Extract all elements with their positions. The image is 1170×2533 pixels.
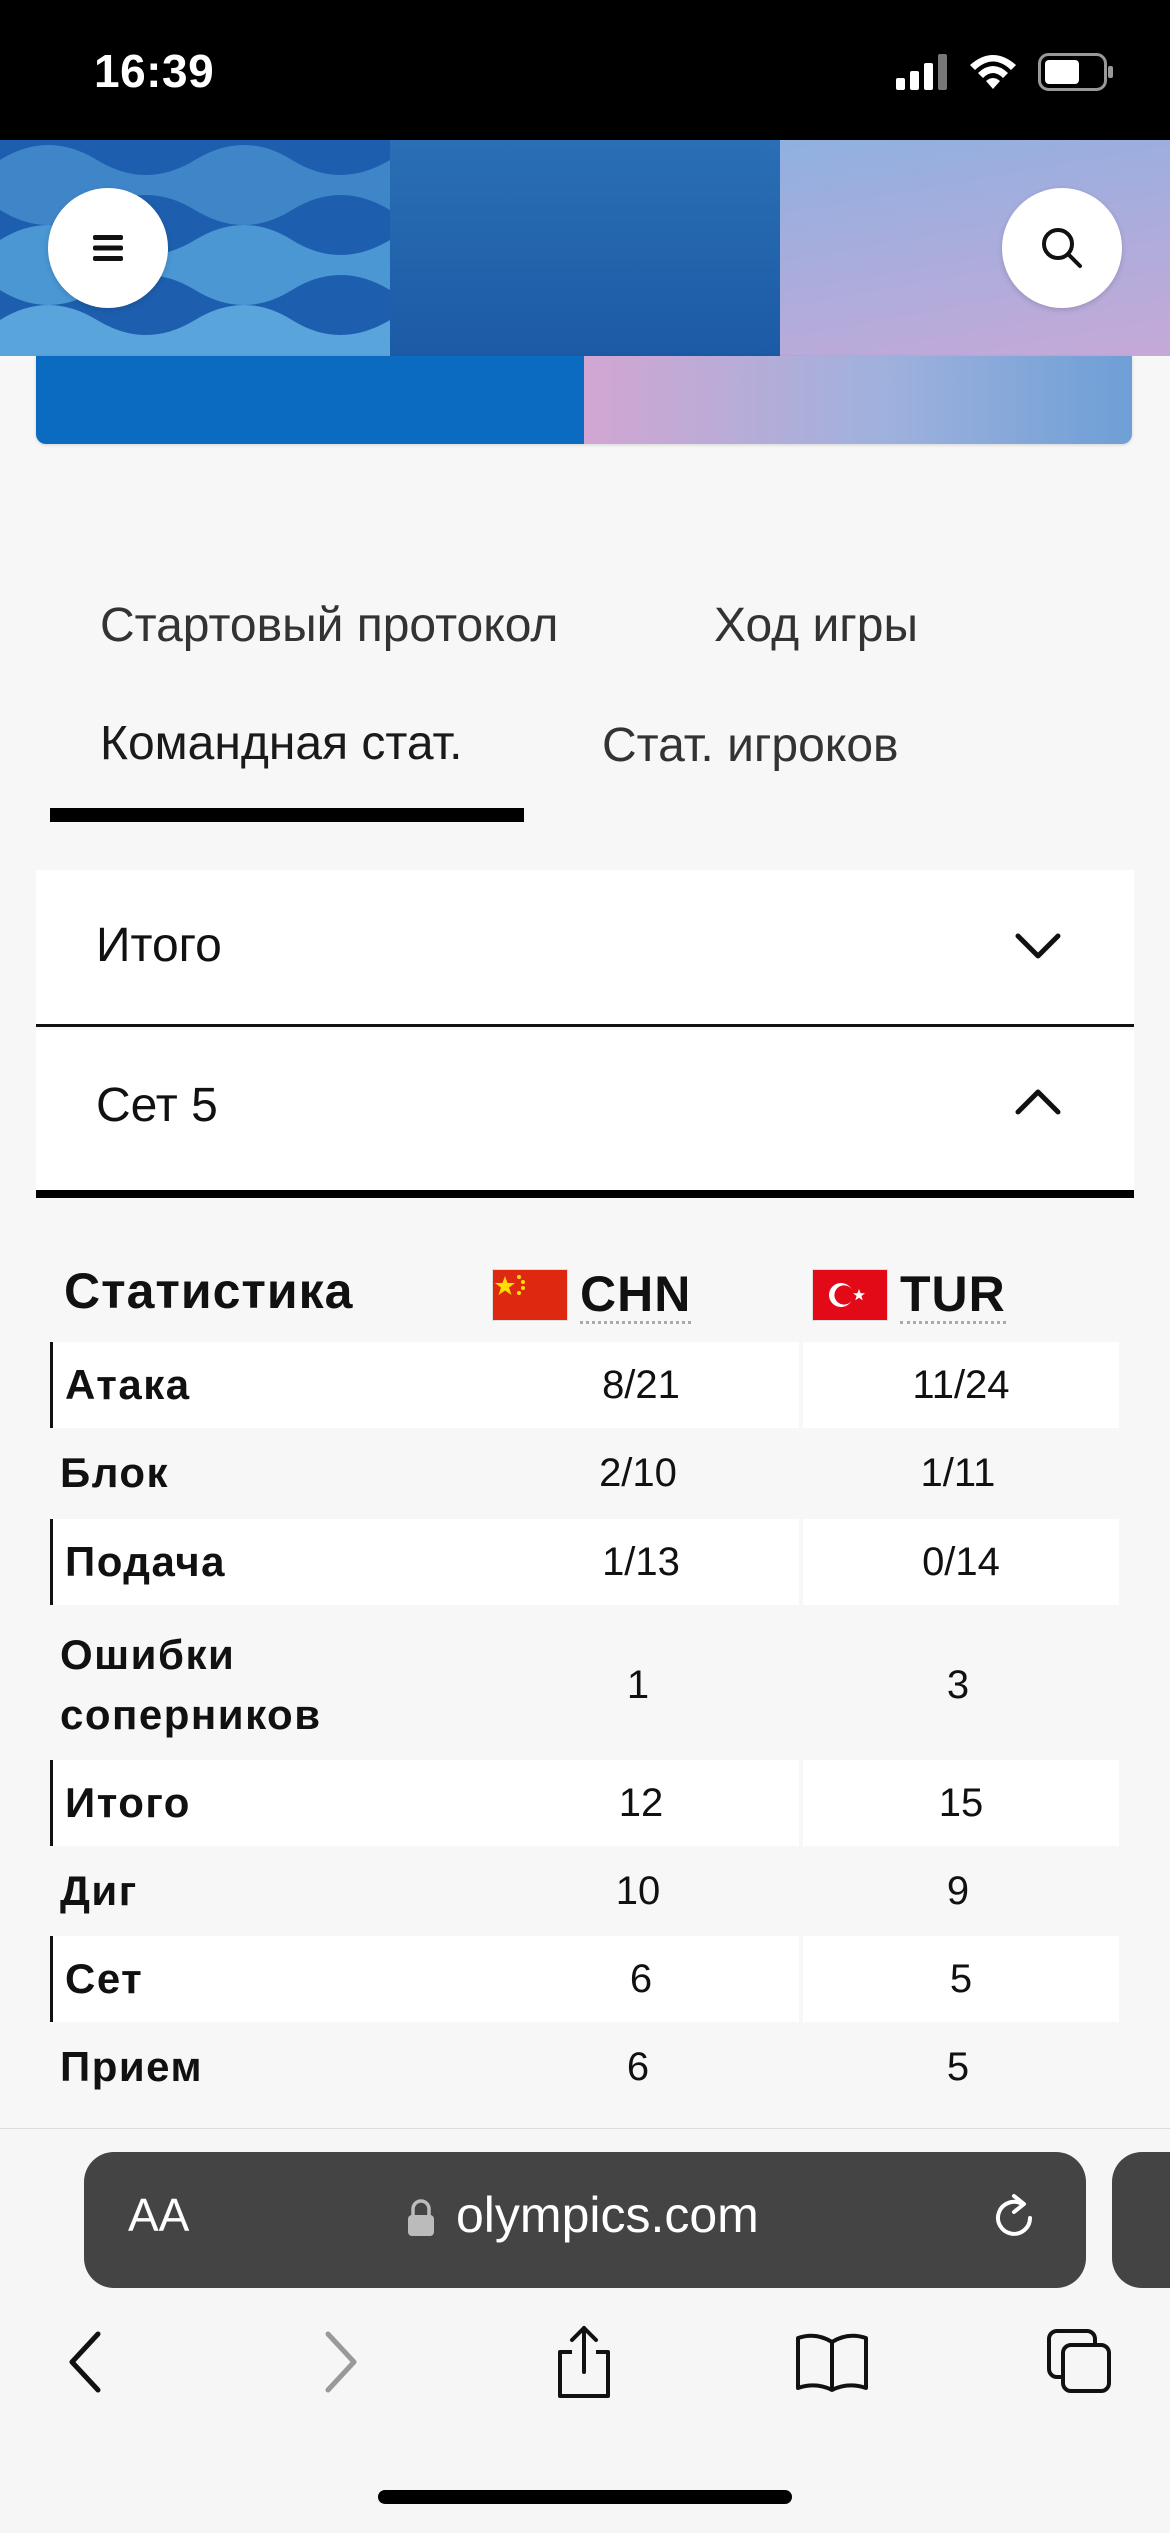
chevron-right-icon <box>325 2331 357 2393</box>
tabs-button[interactable] <box>1040 2322 1120 2402</box>
stat-value-tur: 1/11 <box>920 1450 996 1495</box>
chevron-up-icon <box>1015 1089 1061 1115</box>
stat-value-chn: 6 <box>626 2044 650 2089</box>
url-text[interactable]: olympics.com <box>456 2186 759 2244</box>
bookmarks-button[interactable] <box>792 2322 872 2402</box>
lock-icon <box>408 2199 434 2236</box>
accordion-title: Итого <box>96 919 222 972</box>
home-indicator <box>378 2490 792 2504</box>
table-row: Диг 10 9 <box>50 1848 1116 1934</box>
search-button[interactable] <box>1002 188 1122 308</box>
team-code-chn[interactable]: CHN <box>580 1267 692 1324</box>
stat-value-chn: 1 <box>626 1662 650 1707</box>
share-icon <box>558 2326 610 2398</box>
menu-button[interactable] <box>48 188 168 308</box>
share-button[interactable] <box>544 2322 624 2402</box>
forward-button[interactable] <box>300 2322 380 2402</box>
status-bar: 16:39 <box>0 0 1170 140</box>
stat-value-chn: 6 <box>483 1936 799 2022</box>
stat-value-tur: 5 <box>946 2044 970 2089</box>
tabs-icon <box>1047 2329 1111 2393</box>
stats-header: Статистика <box>64 1263 354 1319</box>
stat-value-chn: 12 <box>483 1760 799 1846</box>
stat-label: Прием <box>60 2043 204 2090</box>
team-chn-header: CHN <box>492 1260 692 1330</box>
tab-player-stats[interactable]: Стат. игроков <box>602 718 899 773</box>
next-tab-peek[interactable] <box>1112 2152 1170 2288</box>
status-time: 16:39 <box>94 45 215 97</box>
stat-label: Ошибки соперников <box>60 1631 322 1738</box>
accordion-set-5[interactable]: Сет 5 <box>36 1030 1134 1198</box>
wifi-icon <box>970 55 1016 89</box>
table-row: Атака 8/21 11/24 <box>50 1342 1119 1428</box>
hamburger-icon <box>93 235 123 261</box>
table-row: Прием 6 5 <box>50 2024 1116 2110</box>
stat-value-tur: 0/14 <box>803 1519 1119 1605</box>
stat-label: Подача <box>53 1519 491 1605</box>
tab-play-by-play[interactable]: Ход игры <box>714 598 918 653</box>
signal-icon <box>896 54 947 90</box>
stat-value-tur: 5 <box>803 1936 1119 2022</box>
stat-value-tur: 3 <box>946 1662 970 1707</box>
address-bar[interactable]: AA olympics.com <box>84 2152 1086 2288</box>
stat-value-chn: 10 <box>615 1868 661 1913</box>
back-button[interactable] <box>46 2322 126 2402</box>
stat-value-tur: 11/24 <box>803 1342 1119 1428</box>
table-row: Сет 6 5 <box>50 1936 1119 2022</box>
stat-value-tur: 15 <box>803 1760 1119 1846</box>
stat-label: Итого <box>53 1760 491 1846</box>
reload-icon[interactable] <box>984 2188 1044 2248</box>
stat-value-chn: 8/21 <box>483 1342 799 1428</box>
tab-start-list[interactable]: Стартовый протокол <box>100 598 558 653</box>
accordion-title: Сет 5 <box>96 1079 218 1132</box>
accordion-total[interactable]: Итого <box>36 870 1134 1027</box>
stat-value-chn: 2/10 <box>599 1450 677 1495</box>
stat-label: Блок <box>60 1449 169 1496</box>
china-flag-icon <box>492 1269 568 1321</box>
book-icon <box>796 2333 868 2392</box>
chevron-left-icon <box>69 2331 101 2393</box>
table-row: Итого 12 15 <box>50 1760 1119 1846</box>
stat-label: Сет <box>53 1936 491 2022</box>
stat-value-tur: 9 <box>946 1868 970 1913</box>
active-tab-indicator <box>50 808 524 822</box>
chevron-down-icon <box>1015 933 1061 959</box>
status-icons <box>896 52 1114 92</box>
stat-value-chn: 1/13 <box>483 1519 799 1605</box>
team-code-tur[interactable]: TUR <box>900 1267 1006 1324</box>
stat-label: Диг <box>60 1867 138 1914</box>
stat-label: Атака <box>53 1342 491 1428</box>
table-row: Ошибки соперников 1 3 <box>50 1610 1116 1760</box>
banner-middle <box>390 140 780 356</box>
tab-team-stats[interactable]: Командная стат. <box>100 716 462 771</box>
table-row: Подача 1/13 0/14 <box>50 1519 1119 1605</box>
turkey-flag-icon <box>812 1269 888 1321</box>
team-tur-header: TUR <box>812 1260 1006 1330</box>
battery-icon <box>1038 53 1113 91</box>
search-icon <box>1042 228 1082 268</box>
table-row: Блок 2/10 1/11 <box>50 1430 1116 1516</box>
reader-settings-button[interactable]: AA <box>128 2188 189 2242</box>
hero-image-strip <box>36 356 1132 444</box>
header-banner <box>0 140 1170 356</box>
